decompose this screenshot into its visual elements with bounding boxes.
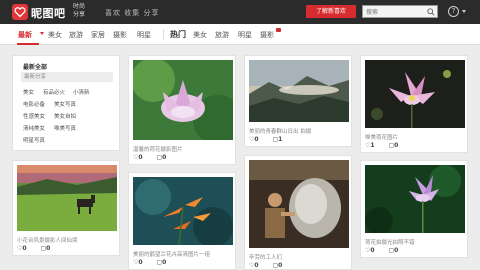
lotus-photo[interactable] xyxy=(365,165,465,233)
lotus-photo[interactable] xyxy=(365,60,465,128)
nav-item-travel[interactable]: 旅游 xyxy=(69,30,83,40)
sidebar-link[interactable]: 小清新 xyxy=(73,88,90,96)
nav-item-latest[interactable]: 最新 xyxy=(18,30,32,40)
worker-photo[interactable] xyxy=(249,160,349,248)
like-icon[interactable]: ♡0 xyxy=(249,136,259,143)
nav-hot-item-travel[interactable]: 旅游 xyxy=(215,30,229,40)
like-icon[interactable]: ♡0 xyxy=(17,245,27,252)
card-caption[interactable]: 美丽的青春群山日出 拍摄 xyxy=(249,127,311,135)
mountain-photo[interactable] xyxy=(249,60,349,122)
card-stats: ♡0 ▢0 xyxy=(133,154,178,161)
like-count: 0 xyxy=(370,247,375,254)
comment-icon[interactable]: ▢0 xyxy=(273,262,283,269)
comment-count: 0 xyxy=(278,262,283,269)
comment-icon[interactable]: ▢0 xyxy=(389,247,399,254)
comment-icon[interactable]: ▢0 xyxy=(41,245,51,252)
sidebar-link[interactable]: 电影必备 xyxy=(23,100,45,108)
sidebar-title[interactable]: 最新全部 xyxy=(23,62,47,71)
card-stats: ♡0 ▢0 xyxy=(249,262,294,269)
card-caption[interactable]: 美丽的鹤望兰花卉高清图片一组 xyxy=(133,250,210,258)
card-stats: ♡0 ▢1 xyxy=(249,136,294,143)
logo-subtitle: 时尚 分享 xyxy=(73,3,86,18)
card-caption[interactable]: 温馨的荷花摄影图片 xyxy=(133,145,183,153)
like-count: 1 xyxy=(370,142,375,149)
photo-card[interactable]: 辛劳的工人们 ♡0 ▢0 xyxy=(244,155,352,270)
nav-item-home[interactable]: 家居 xyxy=(91,30,105,40)
sidebar-link[interactable]: 美女自拍 xyxy=(54,112,76,120)
nav-item-beauty[interactable]: 美女 xyxy=(48,30,62,40)
comment-count: 0 xyxy=(394,247,399,254)
hot-label: 热门 xyxy=(170,30,186,39)
nav-hot-item-celebrity[interactable]: 明星 xyxy=(238,30,252,40)
comment-count: 0 xyxy=(162,154,167,161)
card-caption[interactable]: 唯美荷花图片 xyxy=(365,133,398,141)
comment-icon[interactable]: ▢0 xyxy=(157,154,167,161)
photo-card[interactable]: 美丽的鹤望兰花卉高清图片一组 ♡0 ▢0 xyxy=(128,172,236,270)
like-count: 0 xyxy=(22,245,27,252)
sidebar-link[interactable]: 唯美写真 xyxy=(54,124,76,132)
search-box[interactable] xyxy=(362,5,438,18)
nav-active-indicator xyxy=(17,43,39,45)
sidebar-link[interactable]: 性感美女 xyxy=(23,112,45,120)
photo-card[interactable]: 唯美荷花图片 ♡1 ▢0 xyxy=(360,55,468,153)
new-badge xyxy=(276,28,281,32)
sidebar-link[interactable]: 美女 xyxy=(23,88,34,96)
sidebar-subtitle[interactable]: 最新分享 xyxy=(21,72,113,82)
card-caption[interactable]: 小花台风景摄影人间仙境 xyxy=(17,236,78,244)
comment-icon[interactable]: ▢0 xyxy=(157,259,167,266)
chevron-down-icon[interactable] xyxy=(40,32,44,35)
lotus-photo[interactable] xyxy=(133,60,233,140)
photo-card[interactable]: 小花台风景摄影人间仙境 ♡0 ▢0 xyxy=(12,160,120,256)
discover-button[interactable]: 了解新喜欢 xyxy=(306,5,356,18)
sidebar-link[interactable]: 美女写真 xyxy=(54,100,76,108)
comment-icon[interactable]: ▢1 xyxy=(273,136,283,143)
like-count: 0 xyxy=(254,262,259,269)
card-caption[interactable]: 荷花拍摄光拍照不错 xyxy=(365,238,415,246)
card-stats: ♡1 ▢0 xyxy=(365,142,410,149)
category-sidebar: 最新全部 最新分享 美女 有品必火 小清新 电影必备 美女写真 性感美女 美女自… xyxy=(12,55,120,151)
like-count: 0 xyxy=(138,259,143,266)
sidebar-link[interactable]: 有品必火 xyxy=(43,88,65,96)
comment-icon[interactable]: ▢0 xyxy=(389,142,399,149)
top-header: 昵图吧 时尚 分享 喜欢 收集 分享 了解新喜欢 ? xyxy=(0,0,480,24)
card-caption[interactable]: 辛劳的工人们 xyxy=(249,253,282,261)
bird-of-paradise-photo[interactable] xyxy=(133,177,233,245)
logo-heart-icon[interactable] xyxy=(12,4,28,20)
photo-card[interactable]: 温馨的荷花摄影图片 ♡0 ▢0 xyxy=(128,55,236,165)
nav-hot-item-beauty[interactable]: 美女 xyxy=(193,30,207,40)
nav-item-celebrity[interactable]: 明星 xyxy=(137,30,151,40)
like-icon[interactable]: ♡0 xyxy=(249,262,259,269)
like-icon[interactable]: ♡0 xyxy=(133,259,143,266)
slogan: 喜欢 收集 分享 xyxy=(105,9,160,17)
card-stats: ♡0 ▢0 xyxy=(133,259,178,266)
like-count: 0 xyxy=(138,154,143,161)
category-nav: 最新 美女 旅游 家居 摄影 明星 热门 美女 旅游 明星 摄影 xyxy=(0,24,480,45)
horse-landscape-photo[interactable] xyxy=(17,165,117,231)
card-stats: ♡0 ▢0 xyxy=(365,247,410,254)
nav-item-photography[interactable]: 摄影 xyxy=(113,30,127,40)
comment-count: 0 xyxy=(46,245,51,252)
like-icon[interactable]: ♡0 xyxy=(365,247,375,254)
photo-card[interactable]: 美丽的青春群山日出 拍摄 ♡0 ▢1 xyxy=(244,55,352,147)
comment-count: 0 xyxy=(394,142,399,149)
chevron-down-icon[interactable] xyxy=(462,10,466,13)
like-count: 0 xyxy=(254,136,259,143)
like-icon[interactable]: ♡1 xyxy=(365,142,375,149)
sidebar-link[interactable]: 清纯美女 xyxy=(23,124,45,132)
comment-count: 1 xyxy=(278,136,283,143)
sidebar-link[interactable]: 明星写真 xyxy=(23,136,45,144)
card-stats: ♡0 ▢0 xyxy=(17,245,62,252)
comment-count: 0 xyxy=(162,259,167,266)
logo-text[interactable]: 昵图吧 xyxy=(31,5,66,21)
photo-card[interactable]: 荷花拍摄光拍照不错 ♡0 ▢0 xyxy=(360,160,468,258)
help-icon[interactable]: ? xyxy=(448,6,459,17)
search-input[interactable] xyxy=(366,7,426,17)
like-icon[interactable]: ♡0 xyxy=(133,154,143,161)
nav-hot-item-photography[interactable]: 摄影 xyxy=(260,30,274,40)
nav-divider xyxy=(163,29,164,40)
search-icon[interactable] xyxy=(427,8,435,16)
